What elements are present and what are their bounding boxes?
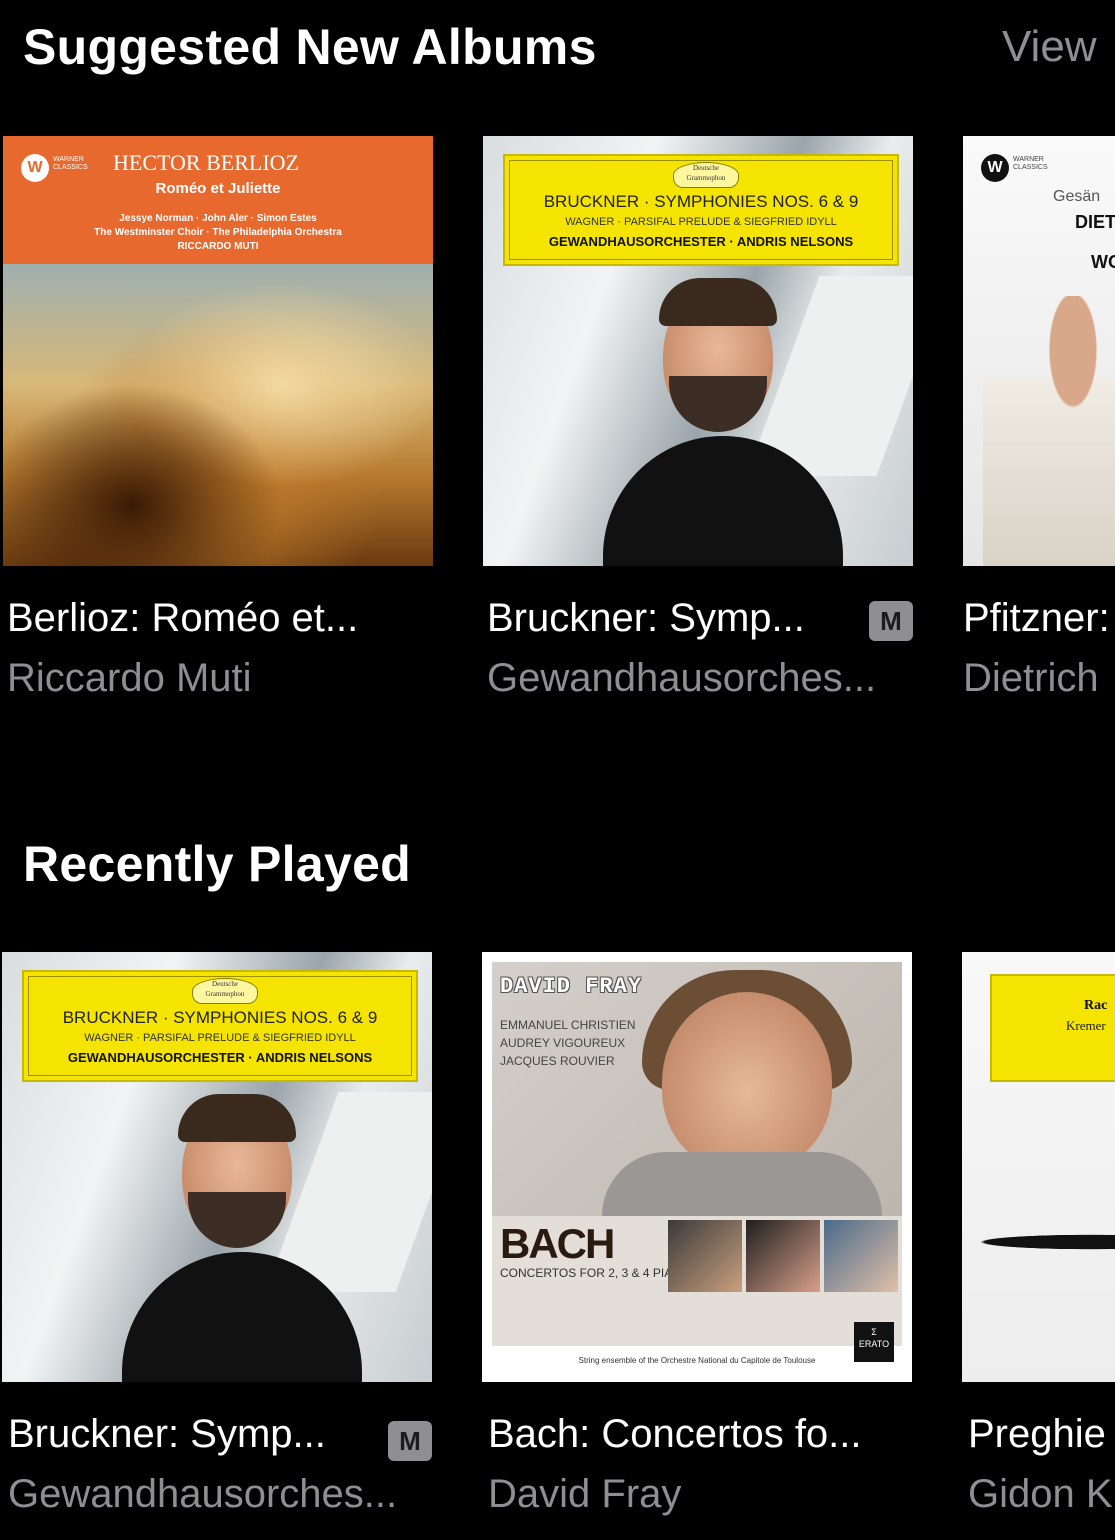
album-title[interactable]: Bach: Concertos fo... [488, 1412, 862, 1457]
dg-cartouche: Deutsche Grammophon BRUCKNER · SYMPHONIE… [503, 154, 899, 266]
cover-cast-line: Jessye Norman · John Aler · Simon Estes [119, 213, 317, 224]
cover-line2: WAGNER · PARSIFAL PRELUDE & SIEGFRIED ID… [565, 216, 837, 228]
cover-line2: WAGNER · PARSIFAL PRELUDE & SIEGFRIED ID… [84, 1032, 356, 1044]
album-artist[interactable]: Gewandhausorches... [8, 1472, 397, 1517]
album-card-bach[interactable]: DAVID FRAY EMMANUEL CHRISTIEN AUDREY VIG… [482, 952, 914, 1540]
cover-label: WARNER CLASSICS [1013, 156, 1048, 171]
album-card-preghiere[interactable]: Rac Kremer Preghie Gidon K [962, 952, 1115, 1540]
album-cover-bruckner[interactable]: Deutsche Grammophon BRUCKNER · SYMPHONIE… [2, 952, 432, 1382]
erato-label: ERATO [858, 1339, 890, 1349]
cover-composer: HECTOR BERLIOZ [113, 150, 299, 175]
dg-crest-icon: Deutsche Grammophon [192, 978, 258, 1004]
album-artist[interactable]: Dietrich [963, 656, 1099, 701]
album-cover-berlioz[interactable]: W WARNER CLASSICS HECTOR BERLIOZ Roméo e… [3, 136, 433, 566]
album-artist[interactable]: David Fray [488, 1472, 681, 1517]
album-card-bruckner[interactable]: Deutsche Grammophon BRUCKNER · SYMPHONIE… [483, 136, 915, 716]
cover-painting [3, 264, 433, 566]
album-artist[interactable]: Gewandhausorches... [487, 656, 876, 701]
dg-cartouche: Deutsche Grammophon BRUCKNER · SYMPHONIE… [22, 970, 418, 1082]
cover-title: Gesän [1053, 188, 1101, 205]
cover-cast-line: JACQUES ROUVIER [500, 1054, 615, 1068]
mastered-badge: M [869, 601, 913, 641]
cover-line1: BRUCKNER · SYMPHONIES NOS. 6 & 9 [543, 192, 859, 211]
cover-line1: BRUCKNER · SYMPHONIES NOS. 6 & 9 [62, 1008, 378, 1027]
album-card-bruckner-recent[interactable]: Deutsche Grammophon BRUCKNER · SYMPHONIE… [2, 952, 434, 1540]
album-title[interactable]: Pfitzner: [963, 596, 1110, 641]
album-cover-pfitzner[interactable]: W WARNER CLASSICS Gesän DIET WO [963, 136, 1115, 566]
cover-thumb-portrait [668, 1220, 742, 1292]
album-artist[interactable]: Gidon K [968, 1472, 1113, 1517]
cover-work: WO [1091, 252, 1115, 272]
cover-portrait-hair [178, 1094, 296, 1142]
cover-work: Roméo et Juliette [155, 180, 281, 197]
album-title[interactable]: Preghie [968, 1412, 1106, 1457]
cover-thumb-portrait [746, 1220, 820, 1292]
warner-logo-icon: W [21, 154, 49, 182]
cover-portrait-hair [659, 278, 777, 326]
cover-artist: DAVID FRAY [500, 974, 643, 999]
album-artist[interactable]: Riccardo Muti [7, 656, 252, 701]
mastered-badge: M [388, 1421, 432, 1461]
cover-thumb-portrait [824, 1220, 898, 1292]
album-cover-bach[interactable]: DAVID FRAY EMMANUEL CHRISTIEN AUDREY VIG… [482, 952, 912, 1382]
dg-crest-icon: Deutsche Grammophon [673, 162, 739, 188]
cover-cast: Jessye Norman · John Aler · Simon Estes … [3, 212, 433, 254]
cover-portrait [983, 296, 1115, 566]
cover-line3: GEWANDHAUSORCHESTER · ANDRIS NELSONS [548, 234, 854, 249]
cover-line3: GEWANDHAUSORCHESTER · ANDRIS NELSONS [67, 1050, 373, 1065]
cover-artist: DIET [1075, 212, 1115, 232]
cover-portrait-face [662, 992, 832, 1172]
album-title[interactable]: Bruckner: Symp... [8, 1412, 326, 1457]
album-card-berlioz[interactable]: W WARNER CLASSICS HECTOR BERLIOZ Roméo e… [3, 136, 435, 716]
cover-composer: BACH [500, 1220, 615, 1267]
cover-footer: String ensemble of the Orchestre Nationa… [578, 1356, 816, 1365]
warner-logo-icon: W [981, 154, 1009, 182]
cover-cast: EMMANUEL CHRISTIEN AUDREY VIGOUREUX JACQ… [500, 1016, 636, 1070]
cover-cast-line: The Westminster Choir · The Philadelphia… [94, 227, 342, 238]
album-cover-preghiere[interactable]: Rac Kremer [962, 952, 1115, 1382]
album-title[interactable]: Berlioz: Roméo et... [7, 596, 358, 641]
view-all-link[interactable]: View [1002, 22, 1097, 72]
cover-portrait-body [602, 1152, 882, 1216]
section-title-recent: Recently Played [23, 836, 412, 892]
cover-cast-line: EMMANUEL CHRISTIEN [500, 1018, 636, 1032]
cover-cast-line: AUDREY VIGOUREUX [500, 1036, 626, 1050]
section-title-suggested: Suggested New Albums [23, 19, 597, 75]
cover-title: Rac [1084, 998, 1108, 1013]
album-card-pfitzner[interactable]: W WARNER CLASSICS Gesän DIET WO Pfitzner… [963, 136, 1115, 716]
cover-label: WARNER CLASSICS [53, 156, 88, 171]
cover-artist: Kremer [1066, 1018, 1106, 1033]
cover-rocks [962, 1222, 1115, 1262]
album-title[interactable]: Bruckner: Symp... [487, 596, 805, 641]
album-cover-bruckner[interactable]: Deutsche Grammophon BRUCKNER · SYMPHONIE… [483, 136, 913, 566]
cover-conductor: RICCARDO MUTI [177, 241, 259, 252]
